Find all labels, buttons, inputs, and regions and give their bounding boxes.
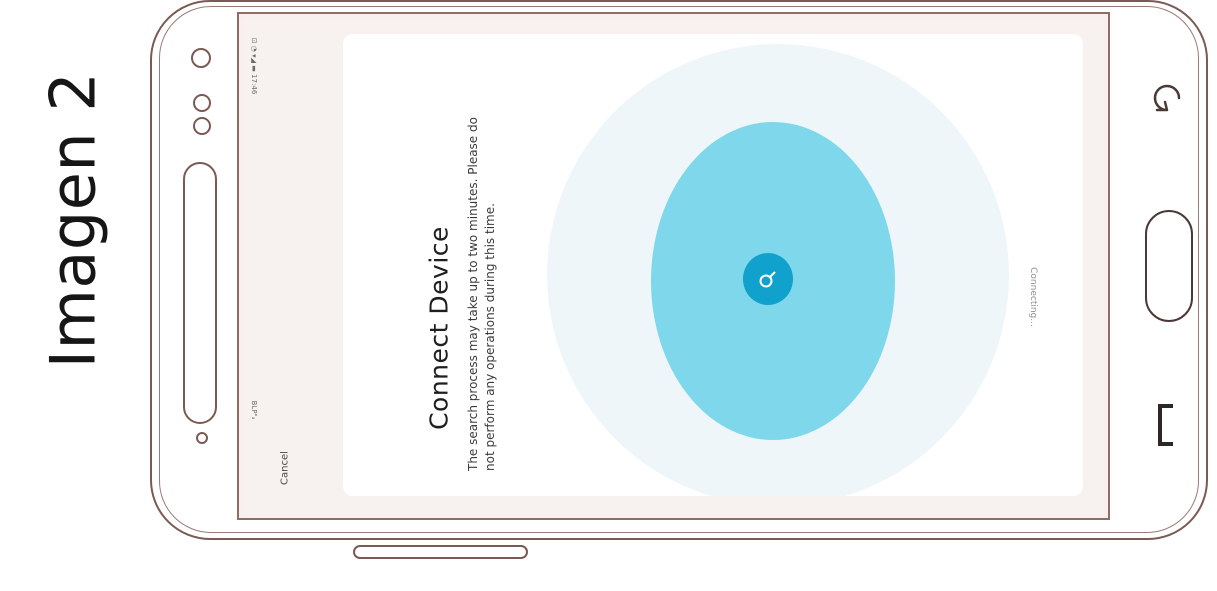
page-title: Connect Device [424, 226, 454, 430]
recent-apps-icon [1158, 404, 1173, 446]
search-icon [759, 271, 776, 288]
home-button[interactable] [1145, 210, 1193, 322]
side-key [353, 545, 528, 559]
search-description: The search process may take up to two mi… [466, 117, 497, 471]
back-icon [1153, 84, 1181, 112]
connecting-status: Connecting... [1028, 267, 1038, 327]
cancel-button[interactable]: Cancel [280, 451, 291, 485]
status-bar-left: BLP"ₐ [250, 400, 258, 420]
phone-screen: ⊡ ◔ ▾◢ ▬ 17:46 BLP"ₐ Cancel Connect Devi… [243, 18, 1104, 514]
connect-device-card: Connect Device The search process may ta… [343, 34, 1083, 496]
image-caption: Imagen 2 [36, 71, 110, 369]
sensor-dot-2 [193, 117, 211, 135]
sensor-dot [193, 94, 211, 112]
earpiece-speaker [183, 162, 217, 424]
search-button[interactable] [743, 253, 793, 305]
status-bar-right: ⊡ ◔ ▾◢ ▬ 17:46 [250, 37, 258, 95]
recent-apps-button[interactable] [1155, 402, 1177, 452]
status-bar: ⊡ ◔ ▾◢ ▬ 17:46 BLP"ₐ [244, 18, 264, 514]
stage: Imagen 2 ⊡ ◔ ▾◢ ▬ 17:46 BLP"ₐ Cancel Con… [0, 0, 1217, 591]
back-button[interactable] [1147, 82, 1185, 120]
proximity-dot [196, 432, 208, 444]
front-camera-dot [191, 48, 211, 68]
